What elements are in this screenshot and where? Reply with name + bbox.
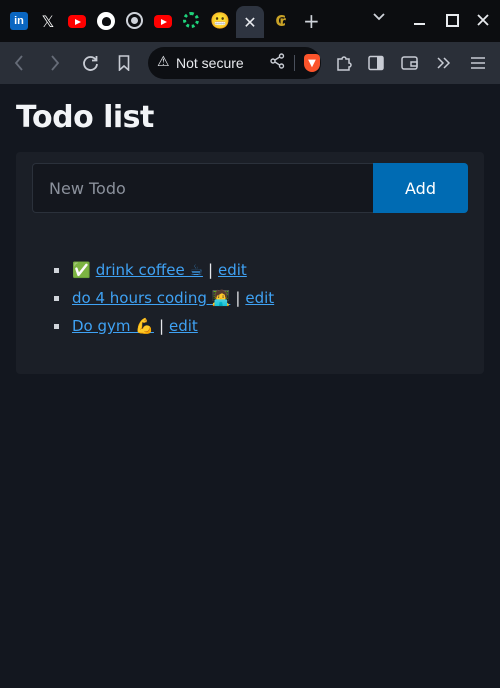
browser-toolbar: ⚠ Not secure ▼ [0,42,500,84]
github-icon[interactable] [97,12,115,30]
security-label[interactable]: Not secure [176,55,244,71]
share-icon[interactable] [270,53,285,73]
grimace-emoji-icon[interactable]: 😬 [210,12,230,30]
reload-icon[interactable] [82,52,99,74]
list-item: Do gym 💪 | edit [54,312,274,340]
page-title: Todo list [16,100,154,135]
separator: | [207,261,213,279]
checkmark-icon: ✅ [72,261,91,279]
window-close-button[interactable] [474,9,492,31]
youtube-icon[interactable] [68,15,86,28]
brave-shields-icon[interactable]: ▼ [304,54,320,72]
bullet-icon [54,295,59,301]
maximize-button[interactable] [443,9,461,31]
globe-icon[interactable] [126,12,143,29]
omnibox-divider [294,55,295,71]
separator: | [235,289,241,307]
warning-icon: ⚠ [157,54,170,70]
separator: | [158,317,165,335]
forward-arrow-icon[interactable] [50,52,60,74]
list-item: ✅ drink coffee ☕ | edit [54,256,274,284]
linkedin-icon[interactable]: in [10,12,28,30]
list-item: do 4 hours coding 🧑‍💻 | edit [54,284,274,312]
address-bar[interactable]: ⚠ Not secure ▼ [148,47,321,79]
todo-list: ✅ drink coffee ☕ | edit do 4 hours codin… [54,256,274,340]
double-chevron-icon[interactable] [437,52,451,74]
youtube-icon[interactable] [154,15,172,28]
hamburger-menu-icon[interactable] [470,52,486,74]
chevron-down-icon[interactable] [373,10,385,24]
extensions-icon[interactable] [335,52,353,74]
todo-link[interactable]: drink coffee ☕ [96,261,203,279]
loading-ring-icon[interactable] [183,12,199,28]
tab-strip: in 𝕏 😬 ✕ ₢ + [0,0,500,42]
back-arrow-icon[interactable] [14,52,24,74]
add-button[interactable]: Add [373,163,468,213]
minimize-button[interactable] [410,9,428,31]
active-tab-close-icon[interactable]: ✕ [236,6,264,38]
todo-card: Add ✅ drink coffee ☕ | edit do 4 hours c… [16,152,484,374]
todo-link[interactable]: Do gym 💪 [72,317,154,335]
edit-link[interactable]: edit [245,289,274,307]
bullet-icon [54,267,59,273]
wallet-icon[interactable] [401,52,419,74]
close-icon[interactable]: ✕ [243,13,256,32]
todo-link[interactable]: do 4 hours coding 🧑‍💻 [72,289,230,307]
bookmark-icon[interactable] [118,52,130,74]
edit-link[interactable]: edit [169,317,198,335]
new-todo-input[interactable] [32,163,374,213]
bullet-icon [54,323,59,329]
edit-link[interactable]: edit [218,261,247,279]
c-logo-icon[interactable]: ₢ [272,12,290,30]
sidebar-toggle-icon[interactable] [368,52,384,74]
x-icon[interactable]: 𝕏 [39,12,57,31]
new-tab-button[interactable]: + [303,9,320,33]
